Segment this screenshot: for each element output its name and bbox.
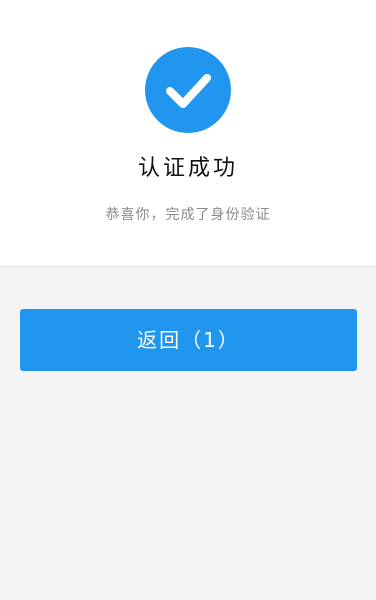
- success-title: 认证成功: [137, 156, 238, 181]
- success-badge: [145, 47, 231, 133]
- check-icon: [166, 74, 211, 108]
- verification-success-screen: 认证成功 恭喜你，完成了身份验证 返回（1）: [0, 0, 376, 600]
- success-result-panel: 认证成功 恭喜你，完成了身份验证: [0, 0, 376, 267]
- return-button[interactable]: 返回（1）: [20, 309, 357, 371]
- success-subtitle: 恭喜你，完成了身份验证: [105, 207, 271, 223]
